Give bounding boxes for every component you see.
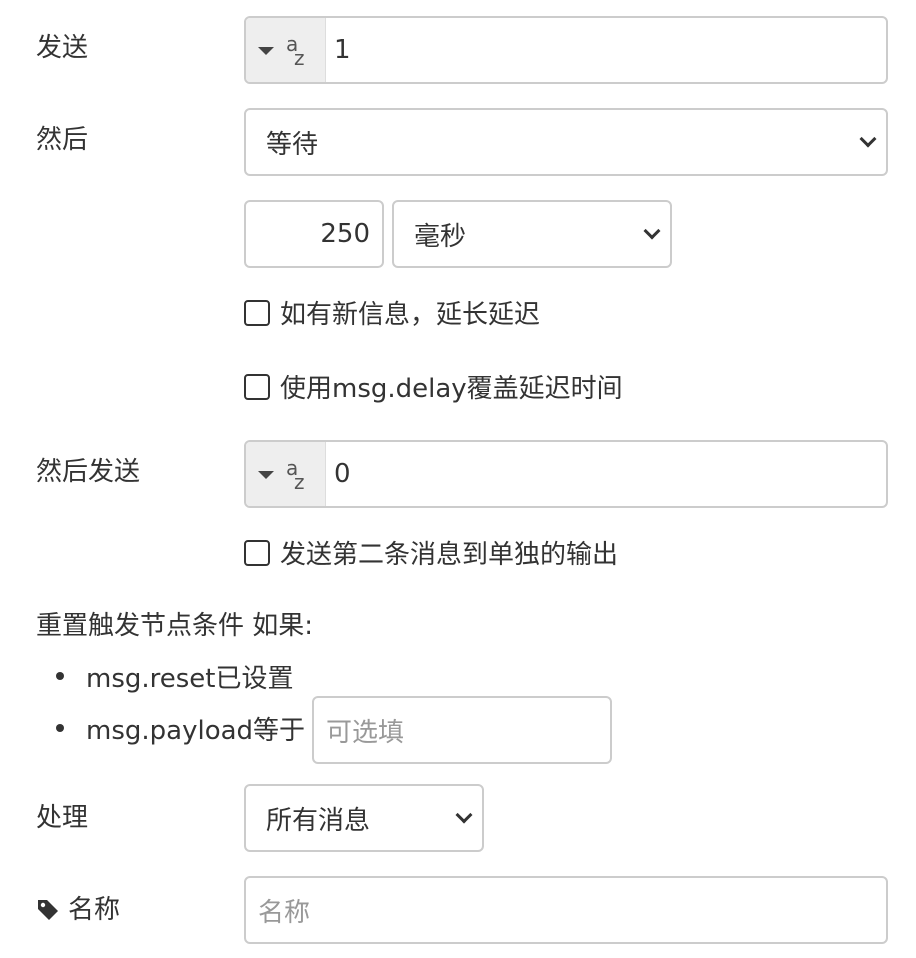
second-output-checkbox[interactable] <box>244 539 270 566</box>
caret-down-icon <box>258 471 274 479</box>
then-label: 然后 <box>36 125 89 155</box>
tag-icon <box>38 900 58 920</box>
handle-label: 处理 <box>36 803 89 833</box>
reset-condition-1: msg.reset已设置 <box>86 663 294 694</box>
reset-condition-item: msg.reset已设置 <box>56 658 294 694</box>
extend-delay-option[interactable]: 如有新信息，延长延迟 <box>244 294 540 331</box>
override-delay-checkbox[interactable] <box>244 373 270 400</box>
reset-condition-item: msg.payload等于 <box>56 710 305 746</box>
then-select[interactable]: 等待 <box>244 108 888 176</box>
then-send-type-selector[interactable]: az <box>246 442 326 506</box>
handle-select[interactable]: 所有消息 <box>244 784 484 852</box>
send-label: 发送 <box>36 33 89 63</box>
send-typed-input[interactable]: az 1 <box>244 16 888 84</box>
bullet <box>56 724 64 732</box>
delay-value-input[interactable]: 250 <box>244 200 384 268</box>
then-send-value[interactable]: 0 <box>326 442 351 506</box>
then-send-typed-input[interactable]: az 0 <box>244 440 888 508</box>
then-select-value: 等待 <box>266 129 319 160</box>
name-label: 名称 <box>68 895 121 925</box>
second-output-label: 发送第二条消息到单独的输出 <box>280 540 619 570</box>
then-send-label: 然后发送 <box>36 457 141 487</box>
chevron-down-icon <box>859 130 877 148</box>
caret-down-icon <box>258 47 274 55</box>
extend-delay-checkbox[interactable] <box>244 299 270 326</box>
reset-condition-2: msg.payload等于 <box>86 715 306 746</box>
send-value[interactable]: 1 <box>326 18 351 82</box>
reset-heading: 重置触发节点条件 如果: <box>36 611 314 641</box>
handle-select-value: 所有消息 <box>266 805 371 836</box>
extend-delay-label: 如有新信息，延长延迟 <box>280 300 541 330</box>
chevron-down-icon <box>643 222 661 240</box>
bullet <box>56 672 64 680</box>
send-type-selector[interactable]: az <box>246 18 326 82</box>
az-string-icon: az <box>286 32 305 70</box>
chevron-down-icon <box>455 806 473 824</box>
name-input[interactable]: 名称 <box>244 876 888 944</box>
delay-unit-select[interactable]: 毫秒 <box>392 200 672 268</box>
delay-unit-value: 毫秒 <box>414 221 467 252</box>
az-string-icon: az <box>286 456 305 494</box>
name-label-row: 名称 <box>36 892 120 928</box>
second-output-option[interactable]: 发送第二条消息到单独的输出 <box>244 534 618 571</box>
override-delay-option[interactable]: 使用msg.delay覆盖延迟时间 <box>244 368 623 405</box>
override-delay-label: 使用msg.delay覆盖延迟时间 <box>280 374 623 404</box>
reset-payload-input[interactable]: 可选填 <box>312 696 612 764</box>
